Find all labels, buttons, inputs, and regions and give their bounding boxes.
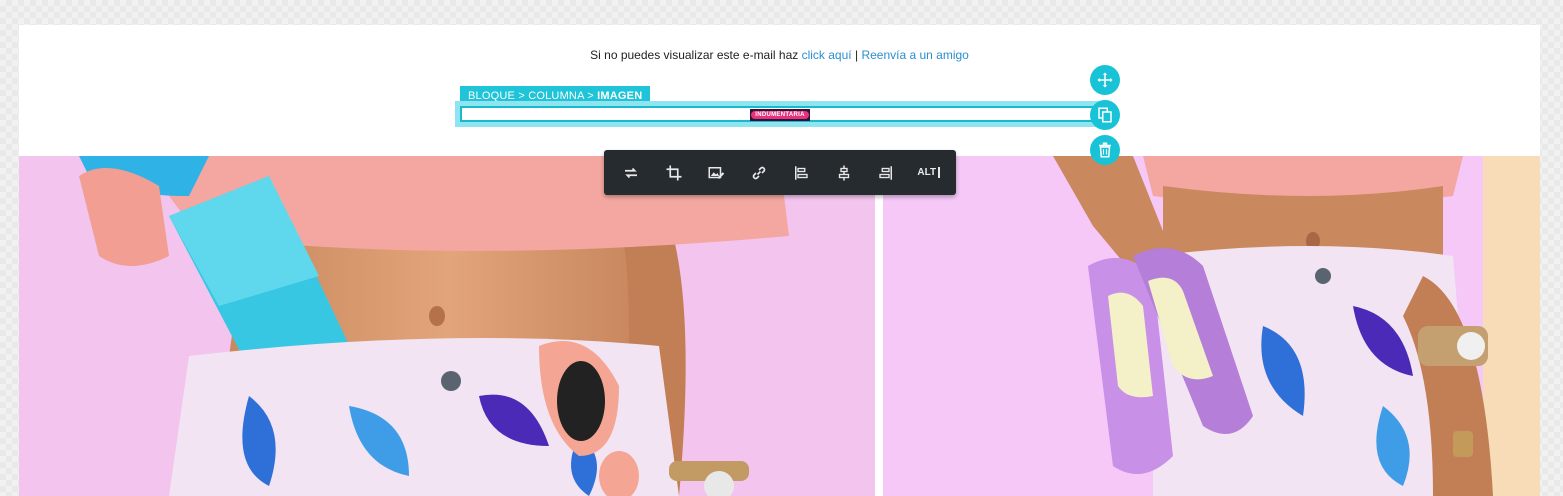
duplicate-icon	[1098, 107, 1112, 123]
delete-button[interactable]	[1090, 135, 1120, 165]
move-icon	[1097, 72, 1113, 88]
alt-text-button[interactable]: ALT	[912, 156, 946, 190]
align-center-button[interactable]	[827, 156, 861, 190]
hero-photo-right[interactable]	[883, 156, 1540, 496]
duplicate-button[interactable]	[1090, 100, 1120, 130]
align-right-button[interactable]	[869, 156, 903, 190]
link-button[interactable]	[742, 156, 776, 190]
email-canvas: Si no puedes visualizar este e-mail haz …	[19, 25, 1540, 496]
hero-photo-left-art	[19, 156, 875, 496]
forward-friend-link[interactable]: Reenvía a un amigo	[861, 48, 968, 62]
image-block-frame[interactable]: INDUMENTARIA	[460, 106, 1098, 122]
logo-text: INDUMENTARIA	[751, 111, 809, 119]
crop-icon	[666, 165, 682, 180]
replace-image-button[interactable]	[614, 156, 648, 190]
hero-photo-right-art	[883, 156, 1540, 496]
hero-photo-left[interactable]	[19, 156, 875, 496]
image-toolbar: ALT	[604, 150, 956, 195]
click-here-link[interactable]: click aquí	[802, 48, 852, 62]
trash-icon	[1099, 142, 1111, 158]
align-center-icon	[838, 165, 849, 180]
align-left-button[interactable]	[784, 156, 818, 190]
selected-image-block[interactable]: INDUMENTARIA	[455, 101, 1103, 127]
crop-button[interactable]	[657, 156, 691, 190]
move-button[interactable]	[1090, 65, 1120, 95]
alt-text-icon: ALT	[917, 167, 941, 178]
link-icon	[752, 166, 766, 179]
logo-image[interactable]: INDUMENTARIA	[750, 109, 810, 121]
replace-icon	[625, 167, 638, 178]
align-left-icon	[795, 165, 808, 180]
edit-image-icon	[708, 166, 725, 179]
edit-image-button[interactable]	[699, 156, 733, 190]
preheader: Si no puedes visualizar este e-mail haz …	[19, 48, 1540, 62]
preheader-text: Si no puedes visualizar este e-mail haz	[590, 48, 799, 62]
align-right-icon	[879, 165, 893, 180]
preheader-separator: |	[854, 48, 859, 62]
